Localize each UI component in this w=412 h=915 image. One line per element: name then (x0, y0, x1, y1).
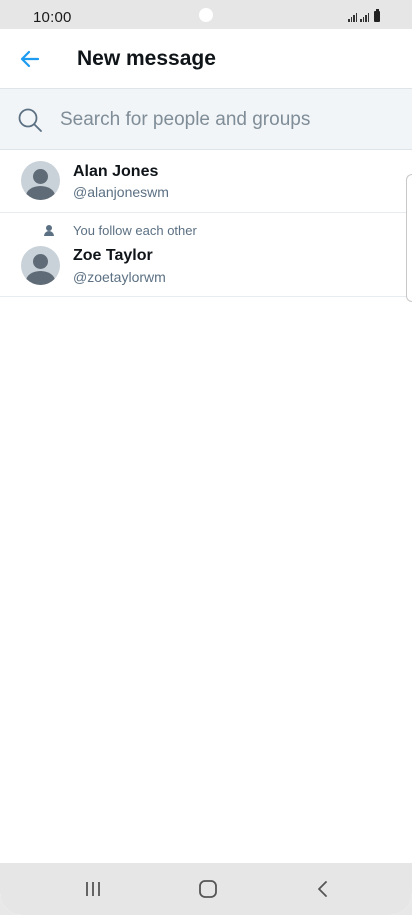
user-handle: @alanjoneswm (73, 184, 169, 200)
home-icon (199, 880, 217, 898)
system-nav-bar (0, 863, 412, 915)
recent-apps-button[interactable] (78, 877, 108, 901)
user-name: Zoe Taylor (73, 247, 153, 264)
app-bar: New message (0, 29, 412, 88)
home-button[interactable] (193, 877, 223, 901)
battery-icon (374, 9, 380, 22)
signal-icon (360, 12, 369, 22)
recent-apps-icon (86, 882, 100, 896)
back-button[interactable] (14, 43, 46, 75)
status-bar: 10:00 (0, 0, 412, 29)
search-icon (18, 108, 42, 132)
phone-screen: 10:00 New message Search for people and … (0, 0, 412, 915)
edge-panel-handle[interactable] (406, 174, 412, 302)
status-icons (348, 9, 380, 22)
avatar (21, 161, 60, 200)
people-results-list: Alan Jones @alanjoneswm You follow each … (0, 150, 412, 297)
front-camera (199, 8, 213, 22)
page-title: New message (77, 47, 216, 70)
avatar (21, 246, 60, 285)
search-input[interactable] (60, 103, 390, 137)
list-item[interactable]: Alan Jones @alanjoneswm (0, 150, 412, 213)
person-icon (43, 224, 55, 237)
search-bar (0, 88, 412, 150)
signal-icon (348, 12, 357, 22)
user-name: Alan Jones (73, 163, 159, 180)
follow-context: You follow each other (43, 223, 197, 238)
nav-back-button[interactable] (308, 877, 338, 901)
list-item[interactable]: You follow each other Zoe Taylor @zoetay… (0, 213, 412, 297)
status-time: 10:00 (33, 9, 72, 26)
back-icon (318, 881, 327, 897)
follow-context-label: You follow each other (73, 223, 197, 238)
arrow-left-icon (20, 50, 40, 68)
user-handle: @zoetaylorwm (73, 269, 166, 285)
